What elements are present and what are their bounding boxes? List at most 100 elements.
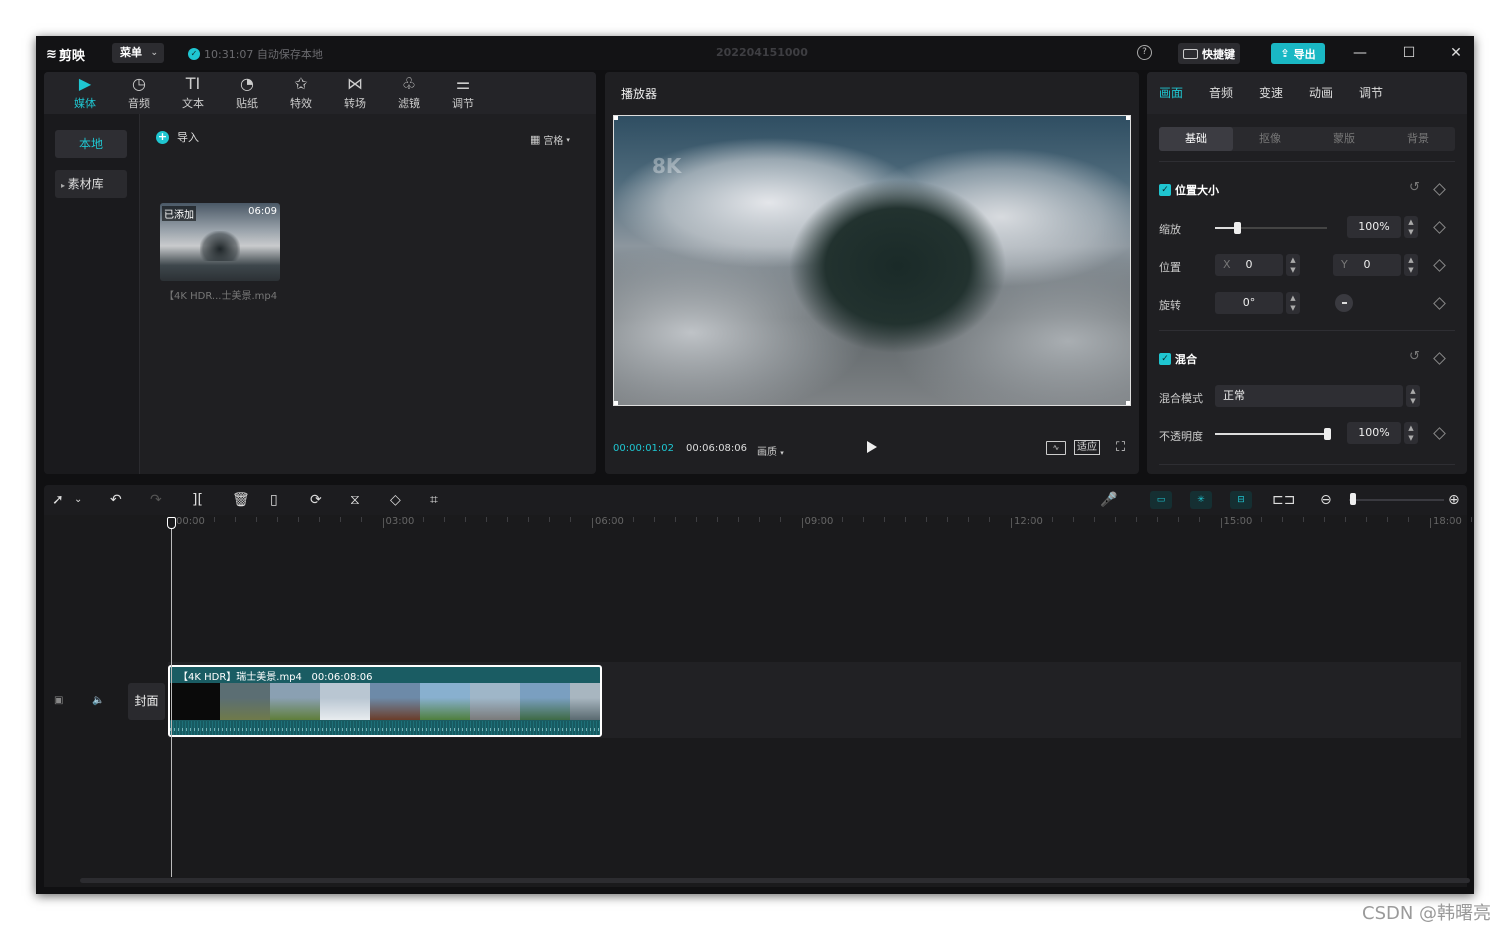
crop-handle[interactable]	[614, 116, 618, 120]
freeze-frame-icon[interactable]: ▯	[270, 491, 278, 509]
media-thumbnail[interactable]: 已添加 06:09	[160, 203, 280, 281]
play-icon[interactable]	[867, 441, 877, 453]
position-x-stepper[interactable]: ▲ ▼	[1286, 254, 1300, 276]
keyframe-icon[interactable]	[1433, 297, 1446, 310]
caret-down-icon: ▾	[780, 449, 784, 457]
tab-properties[interactable]: 变速	[1259, 72, 1309, 114]
sidebar-item-local[interactable]: 本地	[55, 130, 127, 158]
zoom-slider-knob[interactable]	[1350, 493, 1356, 505]
rotate-stepper[interactable]: ▲ ▼	[1286, 292, 1300, 314]
video-clip[interactable]: 【4K HDR】瑞士美景.mp4 00:06:08:06	[168, 665, 602, 737]
tab-media-toolbar[interactable]: ◔ 贴纸	[220, 72, 274, 114]
split-icon[interactable]: ][	[192, 491, 203, 509]
media-toolbar: ▶ 媒体 ◷ 音频 TI 文本 ◔ 贴纸 ✩ 特效 ⋈ 转场 ♧ 滤镜 ⚌ 调节	[44, 72, 596, 114]
tab-media-toolbar[interactable]: TI 文本	[166, 72, 220, 114]
auto-snap-icon[interactable]: ✳	[1190, 491, 1212, 509]
reverse-icon[interactable]: ⟳	[310, 491, 322, 509]
chevron-down-icon[interactable]: ⌄	[74, 491, 82, 509]
subtab-properties[interactable]: 基础	[1159, 127, 1233, 151]
zoom-slider[interactable]	[1349, 499, 1444, 501]
tab-media-toolbar[interactable]: ⚌ 调节	[436, 72, 490, 114]
zoom-out-icon[interactable]: ⊖	[1320, 491, 1332, 509]
section-position-size[interactable]: ✓ 位置大小	[1159, 182, 1219, 198]
tab-icon: ⋈	[347, 74, 363, 93]
video-preview[interactable]: 8K	[613, 115, 1131, 406]
preview-axis-icon[interactable]: ⊏⊐	[1272, 491, 1295, 509]
tab-media-toolbar[interactable]: ▶ 媒体	[58, 72, 112, 114]
rotate-value-field[interactable]: 0°	[1215, 292, 1283, 314]
position-y-field[interactable]: Y 0	[1333, 254, 1401, 276]
keyframe-icon[interactable]	[1433, 183, 1446, 196]
checkbox-icon[interactable]: ✓	[1159, 353, 1171, 365]
zoom-in-icon[interactable]: ⊕	[1448, 491, 1460, 509]
opacity-slider-knob[interactable]	[1324, 428, 1331, 440]
quality-dropdown[interactable]: 画质 ▾	[757, 443, 784, 458]
undo-icon[interactable]: ↶	[110, 491, 122, 509]
crop-handle[interactable]	[1126, 116, 1130, 120]
view-mode-toggle[interactable]: ▦ 宫格 ▾	[530, 132, 570, 147]
shortcut-button[interactable]: 快捷键	[1178, 43, 1240, 64]
tab-media-toolbar[interactable]: ♧ 滤镜	[382, 72, 436, 114]
crop-handle[interactable]	[614, 401, 618, 405]
track-audio-icon[interactable]: 🔈	[92, 695, 104, 706]
rotate-dial[interactable]	[1335, 294, 1353, 312]
ruler-tick-label: 18:00	[1430, 516, 1462, 528]
keyframe-icon[interactable]	[1433, 352, 1446, 365]
subtab-properties[interactable]: 蒙版	[1307, 127, 1381, 151]
keyframe-icon[interactable]	[1433, 221, 1446, 234]
cover-button[interactable]: 封面	[128, 683, 165, 720]
main-track-magnet-icon[interactable]: ▭	[1150, 491, 1172, 509]
position-y-stepper[interactable]: ▲ ▼	[1404, 254, 1418, 276]
reset-icon[interactable]: ↺	[1409, 180, 1420, 195]
tab-label: 调节	[452, 97, 474, 110]
fullscreen-icon[interactable]: ⛶	[1116, 440, 1125, 455]
subtab-properties[interactable]: 背景	[1381, 127, 1455, 151]
import-button[interactable]: + 导入	[156, 129, 199, 145]
minimize-button[interactable]: —	[1351, 44, 1369, 62]
tab-media-toolbar[interactable]: ◷ 音频	[112, 72, 166, 114]
select-tool-icon[interactable]: ➚	[52, 491, 64, 509]
rotate-icon[interactable]: ◇	[390, 491, 401, 509]
crop-icon[interactable]: ⌗	[430, 491, 438, 509]
tab-media-toolbar[interactable]: ⋈ 转场	[328, 72, 382, 114]
scale-value-field[interactable]: 100%	[1347, 216, 1401, 238]
subtab-properties[interactable]: 抠像	[1233, 127, 1307, 151]
keyframe-icon[interactable]	[1433, 427, 1446, 440]
export-button[interactable]: ⇪ 导出	[1271, 43, 1325, 64]
waveform-icon[interactable]: ∿	[1046, 441, 1066, 455]
tab-media-toolbar[interactable]: ✩ 特效	[274, 72, 328, 114]
mirror-icon[interactable]: ⧖	[350, 491, 360, 509]
reset-icon[interactable]: ↺	[1409, 349, 1420, 364]
checkbox-icon[interactable]: ✓	[1159, 184, 1171, 196]
opacity-stepper[interactable]: ▲ ▼	[1404, 422, 1418, 444]
time-ruler[interactable]: 00:00 03:00 06:00 09:00 12:00 15:00 18:00	[44, 515, 1472, 529]
blend-mode-stepper[interactable]: ▲ ▼	[1406, 385, 1420, 407]
blend-mode-select[interactable]: 正常	[1215, 385, 1403, 407]
x-axis-label: X	[1223, 258, 1231, 271]
menu-button[interactable]: 菜单 ⌄	[112, 43, 164, 63]
sidebar-item-library[interactable]: ▸ 素材库	[55, 170, 127, 198]
microphone-icon[interactable]: 🎤	[1100, 491, 1117, 509]
maximize-button[interactable]: ☐	[1400, 44, 1418, 62]
tab-properties[interactable]: 画面	[1159, 72, 1209, 114]
keyframe-icon[interactable]	[1433, 259, 1446, 272]
linkage-icon[interactable]: ⊟	[1230, 491, 1252, 509]
playhead-handle[interactable]	[167, 517, 176, 529]
timeline-scrollbar[interactable]	[80, 878, 1470, 883]
section-blend[interactable]: ✓ 混合	[1159, 351, 1197, 367]
scale-stepper[interactable]: ▲ ▼	[1404, 216, 1418, 238]
tab-properties[interactable]: 动画	[1309, 72, 1359, 114]
help-icon[interactable]: ?	[1137, 45, 1152, 60]
tab-label: 媒体	[74, 97, 96, 110]
track-visibility-icon[interactable]: ▣	[54, 695, 63, 706]
position-x-field[interactable]: X 0	[1215, 254, 1283, 276]
scale-slider-knob[interactable]	[1234, 222, 1242, 234]
tab-properties[interactable]: 音频	[1209, 72, 1259, 114]
fit-ratio-button[interactable]: 适应	[1074, 440, 1100, 455]
project-title[interactable]: 202204151000	[716, 46, 808, 59]
close-button[interactable]: ✕	[1447, 44, 1465, 62]
opacity-value-field[interactable]: 100%	[1347, 422, 1401, 444]
tab-properties[interactable]: 调节	[1359, 72, 1409, 114]
crop-handle[interactable]	[1126, 401, 1130, 405]
delete-icon[interactable]: 🗑	[232, 491, 250, 509]
